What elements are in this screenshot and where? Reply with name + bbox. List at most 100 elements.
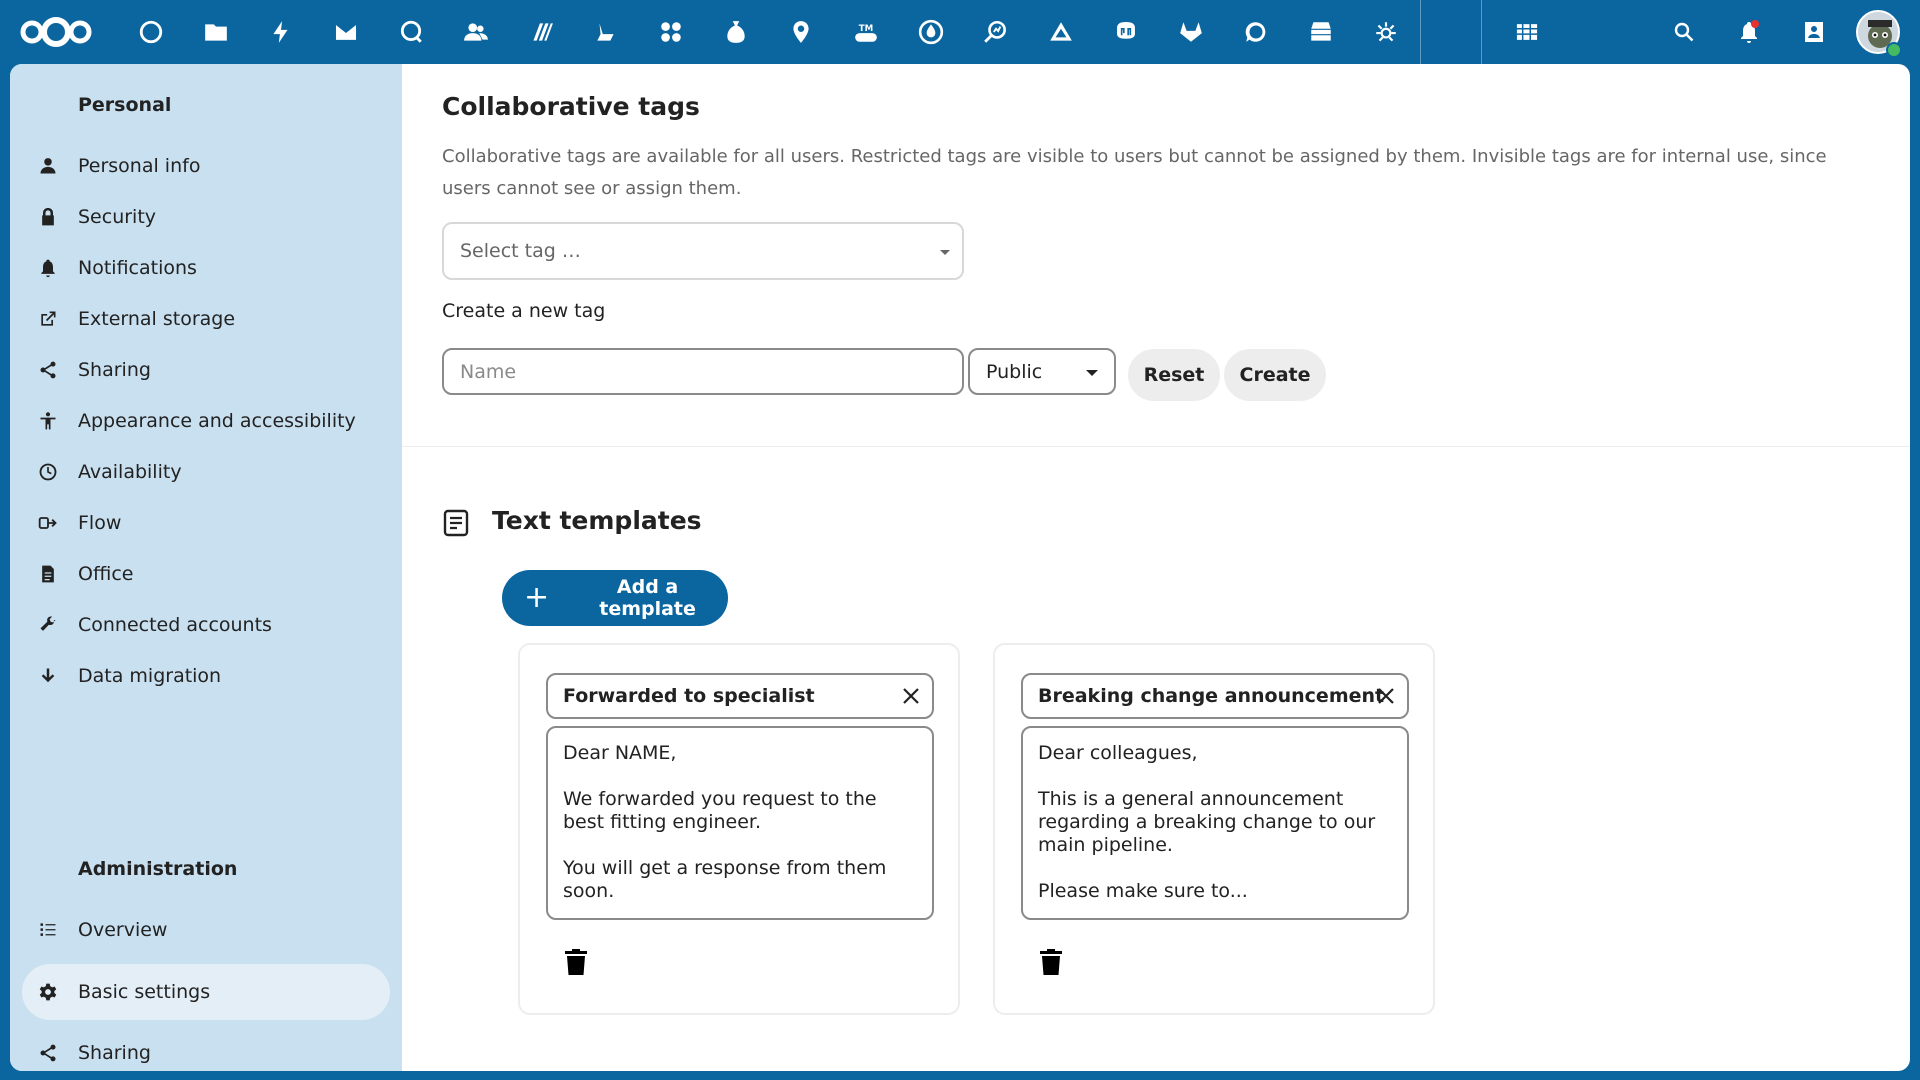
sidebar-item-label: Notifications <box>78 257 197 279</box>
chevron-down-icon <box>1086 370 1098 376</box>
settings-sidebar: Personal Personal info Security Notifica… <box>10 64 402 1071</box>
deck-icon[interactable] <box>508 0 573 64</box>
trash-icon[interactable] <box>564 948 588 976</box>
settings-content: Collaborative tags Collaborative tags ar… <box>402 64 1910 1071</box>
add-template-button[interactable]: + Add a template <box>502 570 728 626</box>
create-tag-label: Create a new tag <box>442 300 606 322</box>
gitlab-icon[interactable] <box>1158 0 1223 64</box>
sidebar-item-label: Flow <box>78 512 122 534</box>
sidebar-item-label: Security <box>78 206 157 228</box>
flow-icon <box>22 513 74 533</box>
reset-button[interactable]: Reset <box>1128 349 1220 401</box>
collaborative-tags-title: Collaborative tags <box>442 92 700 121</box>
user-menu[interactable] <box>1846 0 1910 64</box>
text-templates-icon <box>443 509 469 537</box>
sidebar-item-label: Sharing <box>78 1042 151 1064</box>
sidebar-item-admin-sharing[interactable]: Sharing <box>22 1025 390 1071</box>
blank-app-icon[interactable] <box>1420 0 1482 64</box>
sidebar-item-label: Connected accounts <box>78 614 272 636</box>
user-icon <box>22 156 74 176</box>
administration-heading: Administration <box>78 858 238 880</box>
apps-icon[interactable] <box>638 0 703 64</box>
cospend-icon[interactable] <box>898 0 963 64</box>
section-divider <box>402 446 1910 447</box>
tables-icon[interactable] <box>1494 0 1559 64</box>
drive-icon[interactable] <box>1028 0 1093 64</box>
accessibility-icon <box>22 411 74 431</box>
notifications-icon[interactable] <box>1716 0 1781 64</box>
close-icon[interactable] <box>900 685 922 707</box>
tasks-icon[interactable] <box>573 0 638 64</box>
weather-icon[interactable] <box>1353 0 1418 64</box>
personal-heading: Personal <box>78 94 172 116</box>
mastodon-icon[interactable] <box>1093 0 1158 64</box>
sidebar-item-label: Sharing <box>78 359 151 381</box>
sidebar-item-overview[interactable]: Overview <box>22 902 390 958</box>
sidebar-item-appearance[interactable]: Appearance and accessibility <box>22 393 390 449</box>
tmdb-icon[interactable]: TM <box>833 0 898 64</box>
chat-icon[interactable] <box>1223 0 1288 64</box>
top-header: TM <box>0 0 1920 64</box>
sidebar-item-connected-accounts[interactable]: Connected accounts <box>22 597 390 653</box>
sidebar-item-basic-settings[interactable]: Basic settings <box>22 964 390 1020</box>
settings-app: Personal Personal info Security Notifica… <box>10 64 1910 1071</box>
template-title-input[interactable]: Forwarded to specialist <box>546 673 934 719</box>
gear-icon <box>22 982 74 1002</box>
sidebar-item-flow[interactable]: Flow <box>22 495 390 551</box>
search-icon[interactable] <box>1651 0 1716 64</box>
wrench-icon <box>22 615 74 635</box>
sidebar-item-sharing[interactable]: Sharing <box>22 342 390 398</box>
stack-icon[interactable] <box>1288 0 1353 64</box>
plus-icon: + <box>524 580 550 615</box>
online-status-icon <box>1886 42 1902 58</box>
files-icon[interactable] <box>183 0 248 64</box>
contacts-icon[interactable] <box>443 0 508 64</box>
sidebar-item-label: Basic settings <box>78 981 211 1003</box>
activity-icon[interactable] <box>248 0 313 64</box>
sidebar-item-label: Data migration <box>78 665 222 687</box>
template-card: Breaking change announcement Dear collea… <box>993 643 1435 1015</box>
sidebar-item-office[interactable]: Office <box>22 546 390 602</box>
sidebar-item-label: Overview <box>78 919 168 941</box>
sidebar-item-security[interactable]: Security <box>22 189 390 245</box>
template-body-textarea[interactable]: Dear NAME, We forwarded you request to t… <box>546 726 934 920</box>
share-icon <box>22 1043 74 1063</box>
list-icon <box>22 920 74 940</box>
mail-icon[interactable] <box>313 0 378 64</box>
sidebar-item-notifications[interactable]: Notifications <box>22 240 390 296</box>
close-icon[interactable] <box>1375 685 1397 707</box>
analytics-icon[interactable] <box>963 0 1028 64</box>
talk-icon[interactable] <box>378 0 443 64</box>
contacts-menu-icon[interactable] <box>1781 0 1846 64</box>
download-icon <box>22 666 74 686</box>
sidebar-item-data-migration[interactable]: Data migration <box>22 648 390 704</box>
template-title: Forwarded to specialist <box>563 685 815 707</box>
external-link-icon <box>22 309 74 329</box>
app-menu: TM <box>118 0 1559 64</box>
select-tag-dropdown[interactable]: Select tag … <box>442 222 964 280</box>
money-icon[interactable] <box>703 0 768 64</box>
sidebar-item-availability[interactable]: Availability <box>22 444 390 500</box>
trash-icon[interactable] <box>1039 948 1063 976</box>
template-body-textarea[interactable]: Dear colleagues, This is a general annou… <box>1021 726 1409 920</box>
bell-icon <box>22 258 74 278</box>
template-title-input[interactable]: Breaking change announcement <box>1021 673 1409 719</box>
sidebar-item-label: Availability <box>78 461 182 483</box>
sidebar-item-label: External storage <box>78 308 236 330</box>
tag-name-input[interactable] <box>442 348 964 395</box>
sidebar-item-external-storage[interactable]: External storage <box>22 291 390 347</box>
template-card: Forwarded to specialist Dear NAME, We fo… <box>518 643 960 1015</box>
nextcloud-logo[interactable] <box>18 14 94 50</box>
svg-text:TM: TM <box>858 24 873 34</box>
chevron-down-icon <box>940 250 950 255</box>
tag-visibility-select[interactable]: Public <box>968 348 1116 395</box>
share-icon <box>22 360 74 380</box>
select-tag-placeholder: Select tag … <box>460 240 581 262</box>
create-button[interactable]: Create <box>1224 349 1326 401</box>
lock-icon <box>22 207 74 227</box>
clock-icon <box>22 462 74 482</box>
sidebar-item-label: Appearance and accessibility <box>78 410 356 432</box>
sidebar-item-personal-info[interactable]: Personal info <box>22 138 390 194</box>
maps-icon[interactable] <box>768 0 833 64</box>
dashboard-icon[interactable] <box>118 0 183 64</box>
